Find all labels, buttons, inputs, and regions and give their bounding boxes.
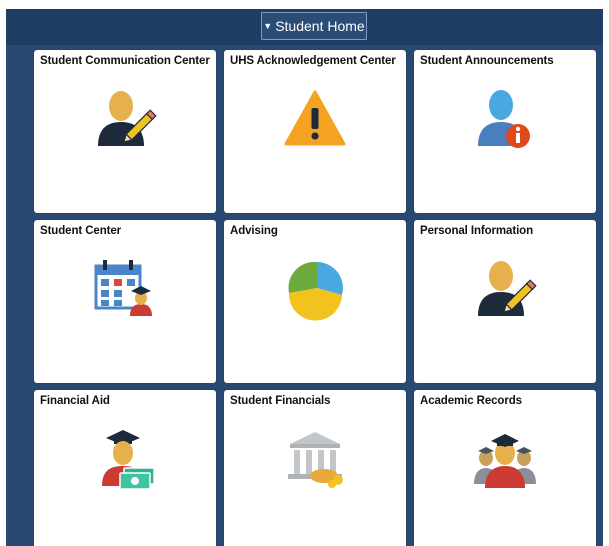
person-info-icon: [414, 84, 596, 164]
tile-advising[interactable]: Advising: [224, 220, 406, 383]
person-pencil-icon: [34, 84, 216, 164]
homepage-frame: ▼ Student Home Student Communication Cent…: [6, 9, 603, 546]
tile-uhs-acknowledgement-center[interactable]: UHS Acknowledgement Center: [224, 50, 406, 213]
tile-title: Student Center: [40, 225, 122, 237]
tile-academic-records[interactable]: Academic Records: [414, 390, 596, 546]
tile-student-financials[interactable]: Student Financials: [224, 390, 406, 546]
tile-grid: Student Communication Center UHS Acknowl…: [6, 9, 603, 546]
tile-student-communication-center[interactable]: Student Communication Center: [34, 50, 216, 213]
warning-triangle-icon: [224, 84, 406, 164]
graduates-group-icon: [414, 424, 596, 504]
tile-student-announcements[interactable]: Student Announcements: [414, 50, 596, 213]
calendar-student-icon: [34, 254, 216, 334]
tile-personal-information[interactable]: Personal Information: [414, 220, 596, 383]
tile-title: Financial Aid: [40, 395, 110, 407]
tile-title: UHS Acknowledgement Center: [230, 55, 396, 67]
person-pencil-icon: [414, 254, 596, 334]
tile-title: Student Communication Center: [40, 55, 210, 67]
tile-title: Student Announcements: [420, 55, 554, 67]
tile-title: Advising: [230, 225, 278, 237]
tile-title: Student Financials: [230, 395, 331, 407]
tile-title: Academic Records: [420, 395, 522, 407]
tile-title: Personal Information: [420, 225, 534, 237]
tile-financial-aid[interactable]: Financial Aid: [34, 390, 216, 546]
bank-coins-icon: [224, 424, 406, 504]
tile-student-center[interactable]: Student Center: [34, 220, 216, 383]
graduate-money-icon: [34, 424, 216, 504]
pie-chart-icon: [224, 254, 406, 334]
